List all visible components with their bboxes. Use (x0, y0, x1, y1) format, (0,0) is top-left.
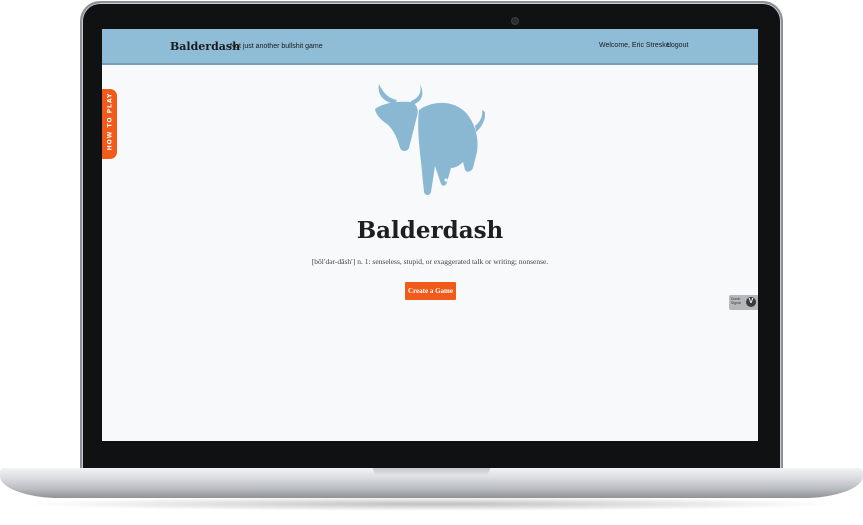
widget-label: Dumb Signal (731, 297, 741, 305)
laptop-shadow (20, 497, 843, 511)
camera-dot (512, 18, 518, 24)
logout-link[interactable]: Logout (667, 42, 688, 49)
how-to-play-label: HOW TO PLAY (106, 92, 114, 151)
definition-text: [bôl′dər-dăsh′] n. 1: senseless, stupid,… (311, 257, 549, 266)
bull-logo-icon (375, 84, 485, 195)
brand-tagline: Not just another bullshit game (230, 43, 323, 50)
page-title: Balderdash (356, 217, 504, 244)
laptop-notch (373, 468, 490, 476)
create-game-button[interactable]: Create a Game (405, 282, 456, 300)
browser-screen: Balderdash Not just another bullshit gam… (102, 29, 758, 441)
welcome-text: Welcome, Eric Streske! (599, 42, 672, 49)
v-badge-icon: V (746, 297, 756, 307)
feedback-widget[interactable]: Dumb Signal V (729, 295, 758, 310)
how-to-play-tab[interactable]: HOW TO PLAY (102, 89, 117, 159)
top-navbar: Balderdash Not just another bullshit gam… (102, 29, 758, 65)
